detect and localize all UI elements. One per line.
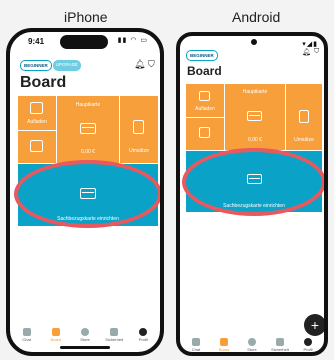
highlight-oval <box>182 148 324 216</box>
hauptkarte-tile[interactable]: Hauptkarte 0,00 € <box>57 96 119 163</box>
hauptkarte-label: Hauptkarte <box>75 102 101 108</box>
tab-label: Board <box>50 337 62 342</box>
tab-label: Profil <box>303 347 313 352</box>
card-icon <box>247 111 262 121</box>
home-indicator <box>60 346 110 349</box>
page-title: Board <box>20 74 67 91</box>
tab-label: Sicherheit <box>105 337 124 342</box>
tab-chat[interactable]: Chat <box>185 338 207 352</box>
shield-icon[interactable]: ⛉ <box>148 59 155 70</box>
android-label: Android <box>232 9 281 25</box>
plus-icon <box>30 102 43 114</box>
card-icon <box>80 123 96 134</box>
tab-label: Chat <box>22 337 31 342</box>
tab-chat[interactable]: Chat <box>16 328 38 342</box>
aufladen-tile[interactable]: Aufladen <box>186 84 224 117</box>
tab-bar: Chat Board Store Sicherheit Profil <box>12 328 158 342</box>
key-icon <box>110 328 119 336</box>
iphone-frame: 9:41 ▮▮ ◠ ▭ BEGINNER UPGRADE 🔔︎ ⛉ Board … <box>6 28 164 356</box>
tab-store[interactable]: Store <box>241 338 263 352</box>
umsatze-tile[interactable]: Umsätze <box>120 96 158 163</box>
umsatze-label: Umsätze <box>294 137 314 143</box>
plus-icon <box>199 91 210 101</box>
qr-code-icon <box>199 127 210 138</box>
tab-label: Profil <box>138 337 148 342</box>
umsatze-tile[interactable]: Umsätze <box>286 84 322 150</box>
level-badges: BEGINNER <box>186 50 219 61</box>
tab-label: Chat <box>191 347 201 352</box>
tab-bar: Chat Board Store Sicherheit Profil <box>182 338 322 352</box>
android-frame: ▾◢▮ BEGINNER 🔔︎ ⛉ Board Aufladen Hauptka… <box>176 32 328 356</box>
tab-label: Sicherheit <box>271 347 289 352</box>
beginner-badge[interactable]: BEGINNER <box>186 50 218 61</box>
store-icon <box>80 328 89 336</box>
camera-hole <box>251 39 257 45</box>
store-icon <box>248 338 256 346</box>
chat-icon <box>22 328 31 336</box>
hauptkarte-tile[interactable]: Hauptkarte 0,00 € <box>225 84 285 150</box>
highlight-oval <box>14 160 160 228</box>
avatar-icon <box>304 338 312 346</box>
tab-profil[interactable]: Profil <box>132 328 154 342</box>
tab-store[interactable]: Store <box>74 328 96 342</box>
balance-amount: 0,00 € <box>248 137 262 143</box>
qr-tile[interactable] <box>186 118 224 150</box>
board-icon <box>220 338 228 346</box>
qr-tile[interactable] <box>18 131 56 163</box>
add-fab-button[interactable]: + <box>304 314 324 336</box>
level-badges: BEGINNER UPGRADE <box>20 60 82 71</box>
beginner-badge[interactable]: BEGINNER <box>20 60 52 71</box>
shield-icon[interactable]: ⛉ <box>314 48 319 56</box>
upgrade-badge[interactable]: UPGRADE <box>52 60 82 71</box>
tab-label: Store <box>80 337 90 342</box>
key-icon <box>276 338 284 346</box>
aufladen-tile[interactable]: Aufladen <box>18 96 56 130</box>
page-title: Board <box>187 64 222 78</box>
tab-sicherheit[interactable]: Sicherheit <box>269 338 291 352</box>
tab-profil[interactable]: Profil <box>297 338 319 352</box>
document-icon <box>133 120 144 134</box>
qr-code-icon <box>30 140 43 152</box>
iphone-label: iPhone <box>64 9 108 25</box>
hauptkarte-label: Hauptkarte <box>242 89 268 95</box>
bell-icon[interactable]: 🔔︎ <box>134 59 145 70</box>
clock: 9:41 <box>28 37 45 46</box>
umsatze-label: Umsätze <box>129 148 149 154</box>
balance-amount: 0,00 € <box>81 149 95 155</box>
document-icon <box>299 110 309 123</box>
tab-label: Board <box>218 347 230 352</box>
system-icons: ▮▮ ◠ ▭ <box>117 37 148 44</box>
avatar-icon <box>139 328 148 336</box>
board-icon <box>51 328 60 336</box>
dynamic-island <box>60 35 108 49</box>
bell-icon[interactable]: 🔔︎ <box>302 48 311 56</box>
aufladen-label: Aufladen <box>195 106 215 112</box>
aufladen-label: Aufladen <box>27 119 47 125</box>
tab-board[interactable]: Board <box>213 338 235 352</box>
system-icons: ▾◢▮ <box>302 41 318 48</box>
tab-label: Store <box>247 347 257 352</box>
tab-sicherheit[interactable]: Sicherheit <box>103 328 125 342</box>
tab-board[interactable]: Board <box>45 328 67 342</box>
status-bar: 9:41 ▮▮ ◠ ▭ <box>10 32 160 49</box>
chat-icon <box>192 338 200 346</box>
